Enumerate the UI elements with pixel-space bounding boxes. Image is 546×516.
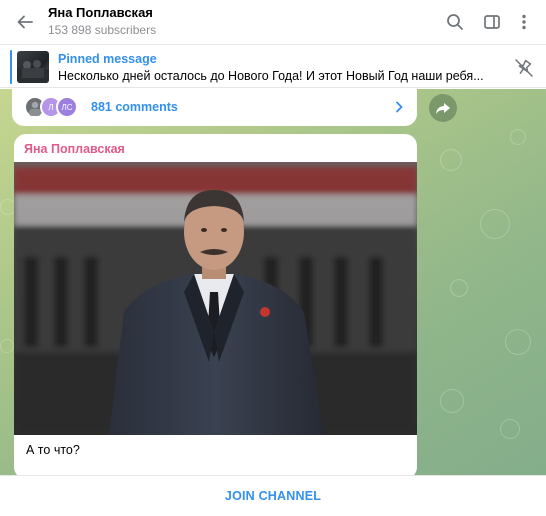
chevron-right-icon	[396, 101, 403, 113]
forward-button[interactable]	[429, 94, 457, 122]
bg-doodle	[510, 129, 526, 145]
bg-doodle	[500, 419, 520, 439]
message-caption: А то что?	[26, 443, 80, 457]
bg-doodle	[0, 339, 14, 353]
subscriber-count: 153 898 subscribers	[48, 23, 157, 37]
bg-doodle	[505, 329, 531, 355]
pinned-text: Несколько дней осталось до Нового Года! …	[58, 69, 484, 83]
channel-name[interactable]: Яна Поплавская	[48, 5, 153, 20]
pinned-title: Pinned message	[58, 52, 157, 66]
pinned-indicator	[10, 50, 12, 84]
previous-message-footer[interactable]: Л ЛС 881 comments	[12, 89, 417, 126]
search-button[interactable]	[443, 10, 467, 34]
bg-doodle	[450, 279, 468, 297]
chat-header: Яна Поплавская 153 898 subscribers	[0, 0, 546, 45]
search-icon	[447, 14, 463, 30]
avatar-initials: ЛС	[61, 102, 73, 112]
bg-doodle	[480, 209, 510, 239]
commenter-avatars: Л ЛС	[24, 96, 84, 118]
sidebar-toggle-icon	[484, 15, 500, 29]
message-sender[interactable]: Яна Поплавская	[24, 142, 125, 156]
back-button[interactable]	[12, 9, 38, 35]
bg-doodle	[440, 149, 462, 171]
pinned-message-bar[interactable]: Pinned message Несколько дней осталось д…	[0, 46, 546, 88]
chat-area[interactable]: Л ЛС 881 comments Яна Поплавская А то чт…	[0, 89, 546, 475]
more-menu-button[interactable]	[512, 10, 536, 34]
avatar-initials: Л	[48, 102, 54, 112]
back-arrow-icon	[17, 15, 33, 29]
message-photo[interactable]	[14, 162, 417, 435]
avatar: ЛС	[56, 96, 78, 118]
unpin-button[interactable]	[512, 56, 536, 80]
sidebar-toggle-button[interactable]	[480, 10, 504, 34]
join-channel-bar[interactable]: JOIN CHANNEL	[0, 475, 546, 516]
share-arrow-icon	[436, 103, 450, 114]
comments-chevron[interactable]	[391, 99, 407, 115]
join-channel-button[interactable]: JOIN CHANNEL	[225, 489, 321, 503]
message-bubble[interactable]: Яна Поплавская А то что?	[14, 134, 417, 475]
bg-doodle	[440, 389, 464, 413]
pinned-thumbnail	[17, 51, 49, 83]
unpin-icon	[515, 59, 533, 77]
more-vertical-icon	[522, 14, 526, 30]
comments-link[interactable]: 881 comments	[91, 100, 178, 114]
